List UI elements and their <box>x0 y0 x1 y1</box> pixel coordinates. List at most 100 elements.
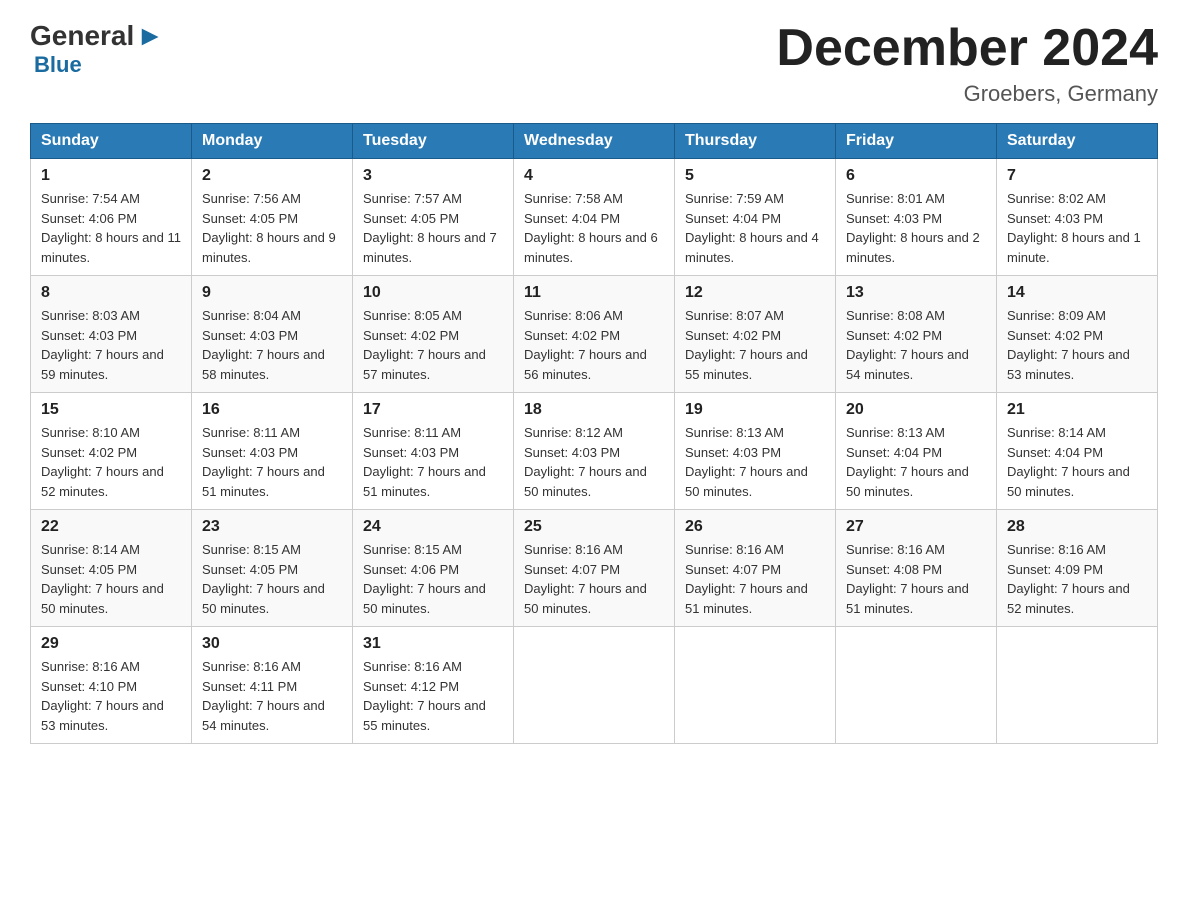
day-info: Sunrise: 8:16 AM Sunset: 4:07 PM Dayligh… <box>524 540 664 618</box>
calendar-cell: 24 Sunrise: 8:15 AM Sunset: 4:06 PM Dayl… <box>353 510 514 627</box>
col-tuesday: Tuesday <box>353 124 514 159</box>
calendar-cell <box>514 627 675 744</box>
day-number: 8 <box>41 284 181 302</box>
day-info: Sunrise: 8:16 AM Sunset: 4:07 PM Dayligh… <box>685 540 825 618</box>
day-number: 27 <box>846 518 986 536</box>
calendar-table: Sunday Monday Tuesday Wednesday Thursday… <box>30 123 1158 744</box>
page: General ► Blue December 2024 Groebers, G… <box>0 0 1188 764</box>
day-number: 21 <box>1007 401 1147 419</box>
calendar-cell: 29 Sunrise: 8:16 AM Sunset: 4:10 PM Dayl… <box>31 627 192 744</box>
day-info: Sunrise: 7:54 AM Sunset: 4:06 PM Dayligh… <box>41 189 181 267</box>
day-info: Sunrise: 8:14 AM Sunset: 4:05 PM Dayligh… <box>41 540 181 618</box>
day-number: 17 <box>363 401 503 419</box>
day-number: 11 <box>524 284 664 302</box>
col-monday: Monday <box>192 124 353 159</box>
day-info: Sunrise: 8:02 AM Sunset: 4:03 PM Dayligh… <box>1007 189 1147 267</box>
day-info: Sunrise: 8:04 AM Sunset: 4:03 PM Dayligh… <box>202 306 342 384</box>
calendar-cell: 17 Sunrise: 8:11 AM Sunset: 4:03 PM Dayl… <box>353 393 514 510</box>
day-number: 18 <box>524 401 664 419</box>
day-number: 22 <box>41 518 181 536</box>
day-info: Sunrise: 8:11 AM Sunset: 4:03 PM Dayligh… <box>202 423 342 501</box>
calendar-cell: 30 Sunrise: 8:16 AM Sunset: 4:11 PM Dayl… <box>192 627 353 744</box>
logo: General ► Blue <box>30 20 164 78</box>
calendar-cell: 13 Sunrise: 8:08 AM Sunset: 4:02 PM Dayl… <box>836 276 997 393</box>
day-number: 12 <box>685 284 825 302</box>
calendar-cell: 9 Sunrise: 8:04 AM Sunset: 4:03 PM Dayli… <box>192 276 353 393</box>
day-info: Sunrise: 8:13 AM Sunset: 4:03 PM Dayligh… <box>685 423 825 501</box>
day-number: 1 <box>41 167 181 185</box>
col-friday: Friday <box>836 124 997 159</box>
logo-blue-text: Blue <box>34 52 164 78</box>
day-number: 6 <box>846 167 986 185</box>
col-thursday: Thursday <box>675 124 836 159</box>
week-row-2: 8 Sunrise: 8:03 AM Sunset: 4:03 PM Dayli… <box>31 276 1158 393</box>
week-row-3: 15 Sunrise: 8:10 AM Sunset: 4:02 PM Dayl… <box>31 393 1158 510</box>
col-wednesday: Wednesday <box>514 124 675 159</box>
day-number: 23 <box>202 518 342 536</box>
day-info: Sunrise: 8:09 AM Sunset: 4:02 PM Dayligh… <box>1007 306 1147 384</box>
day-info: Sunrise: 8:16 AM Sunset: 4:12 PM Dayligh… <box>363 657 503 735</box>
week-row-1: 1 Sunrise: 7:54 AM Sunset: 4:06 PM Dayli… <box>31 159 1158 276</box>
day-number: 3 <box>363 167 503 185</box>
calendar-cell: 22 Sunrise: 8:14 AM Sunset: 4:05 PM Dayl… <box>31 510 192 627</box>
calendar-cell: 25 Sunrise: 8:16 AM Sunset: 4:07 PM Dayl… <box>514 510 675 627</box>
day-number: 13 <box>846 284 986 302</box>
day-number: 4 <box>524 167 664 185</box>
day-info: Sunrise: 8:03 AM Sunset: 4:03 PM Dayligh… <box>41 306 181 384</box>
header-row: Sunday Monday Tuesday Wednesday Thursday… <box>31 124 1158 159</box>
day-info: Sunrise: 7:56 AM Sunset: 4:05 PM Dayligh… <box>202 189 342 267</box>
day-number: 25 <box>524 518 664 536</box>
calendar-cell <box>997 627 1158 744</box>
week-row-5: 29 Sunrise: 8:16 AM Sunset: 4:10 PM Dayl… <box>31 627 1158 744</box>
day-info: Sunrise: 7:58 AM Sunset: 4:04 PM Dayligh… <box>524 189 664 267</box>
day-number: 28 <box>1007 518 1147 536</box>
day-info: Sunrise: 8:01 AM Sunset: 4:03 PM Dayligh… <box>846 189 986 267</box>
day-info: Sunrise: 8:14 AM Sunset: 4:04 PM Dayligh… <box>1007 423 1147 501</box>
calendar-cell: 1 Sunrise: 7:54 AM Sunset: 4:06 PM Dayli… <box>31 159 192 276</box>
calendar-cell: 7 Sunrise: 8:02 AM Sunset: 4:03 PM Dayli… <box>997 159 1158 276</box>
col-sunday: Sunday <box>31 124 192 159</box>
location: Groebers, Germany <box>776 81 1158 107</box>
day-info: Sunrise: 8:06 AM Sunset: 4:02 PM Dayligh… <box>524 306 664 384</box>
day-info: Sunrise: 8:13 AM Sunset: 4:04 PM Dayligh… <box>846 423 986 501</box>
day-info: Sunrise: 7:59 AM Sunset: 4:04 PM Dayligh… <box>685 189 825 267</box>
calendar-cell <box>675 627 836 744</box>
day-info: Sunrise: 8:15 AM Sunset: 4:06 PM Dayligh… <box>363 540 503 618</box>
day-number: 29 <box>41 635 181 653</box>
calendar-cell: 14 Sunrise: 8:09 AM Sunset: 4:02 PM Dayl… <box>997 276 1158 393</box>
logo-general-text: General <box>30 20 134 52</box>
day-number: 9 <box>202 284 342 302</box>
calendar-cell: 10 Sunrise: 8:05 AM Sunset: 4:02 PM Dayl… <box>353 276 514 393</box>
day-number: 14 <box>1007 284 1147 302</box>
week-row-4: 22 Sunrise: 8:14 AM Sunset: 4:05 PM Dayl… <box>31 510 1158 627</box>
calendar-cell: 11 Sunrise: 8:06 AM Sunset: 4:02 PM Dayl… <box>514 276 675 393</box>
col-saturday: Saturday <box>997 124 1158 159</box>
day-info: Sunrise: 8:16 AM Sunset: 4:08 PM Dayligh… <box>846 540 986 618</box>
calendar-cell: 28 Sunrise: 8:16 AM Sunset: 4:09 PM Dayl… <box>997 510 1158 627</box>
day-info: Sunrise: 8:05 AM Sunset: 4:02 PM Dayligh… <box>363 306 503 384</box>
day-number: 15 <box>41 401 181 419</box>
day-info: Sunrise: 8:16 AM Sunset: 4:09 PM Dayligh… <box>1007 540 1147 618</box>
day-info: Sunrise: 8:10 AM Sunset: 4:02 PM Dayligh… <box>41 423 181 501</box>
calendar-cell: 16 Sunrise: 8:11 AM Sunset: 4:03 PM Dayl… <box>192 393 353 510</box>
day-number: 26 <box>685 518 825 536</box>
day-number: 19 <box>685 401 825 419</box>
day-info: Sunrise: 8:15 AM Sunset: 4:05 PM Dayligh… <box>202 540 342 618</box>
calendar-cell: 31 Sunrise: 8:16 AM Sunset: 4:12 PM Dayl… <box>353 627 514 744</box>
day-number: 2 <box>202 167 342 185</box>
header: General ► Blue December 2024 Groebers, G… <box>30 20 1158 107</box>
calendar-cell: 6 Sunrise: 8:01 AM Sunset: 4:03 PM Dayli… <box>836 159 997 276</box>
day-number: 30 <box>202 635 342 653</box>
day-info: Sunrise: 8:16 AM Sunset: 4:11 PM Dayligh… <box>202 657 342 735</box>
calendar-cell: 27 Sunrise: 8:16 AM Sunset: 4:08 PM Dayl… <box>836 510 997 627</box>
day-info: Sunrise: 8:11 AM Sunset: 4:03 PM Dayligh… <box>363 423 503 501</box>
calendar-cell: 19 Sunrise: 8:13 AM Sunset: 4:03 PM Dayl… <box>675 393 836 510</box>
title-area: December 2024 Groebers, Germany <box>776 20 1158 107</box>
calendar-cell: 21 Sunrise: 8:14 AM Sunset: 4:04 PM Dayl… <box>997 393 1158 510</box>
calendar-cell: 8 Sunrise: 8:03 AM Sunset: 4:03 PM Dayli… <box>31 276 192 393</box>
logo-arrow-icon: ► <box>136 20 164 52</box>
day-number: 20 <box>846 401 986 419</box>
day-number: 24 <box>363 518 503 536</box>
day-info: Sunrise: 8:16 AM Sunset: 4:10 PM Dayligh… <box>41 657 181 735</box>
day-number: 5 <box>685 167 825 185</box>
